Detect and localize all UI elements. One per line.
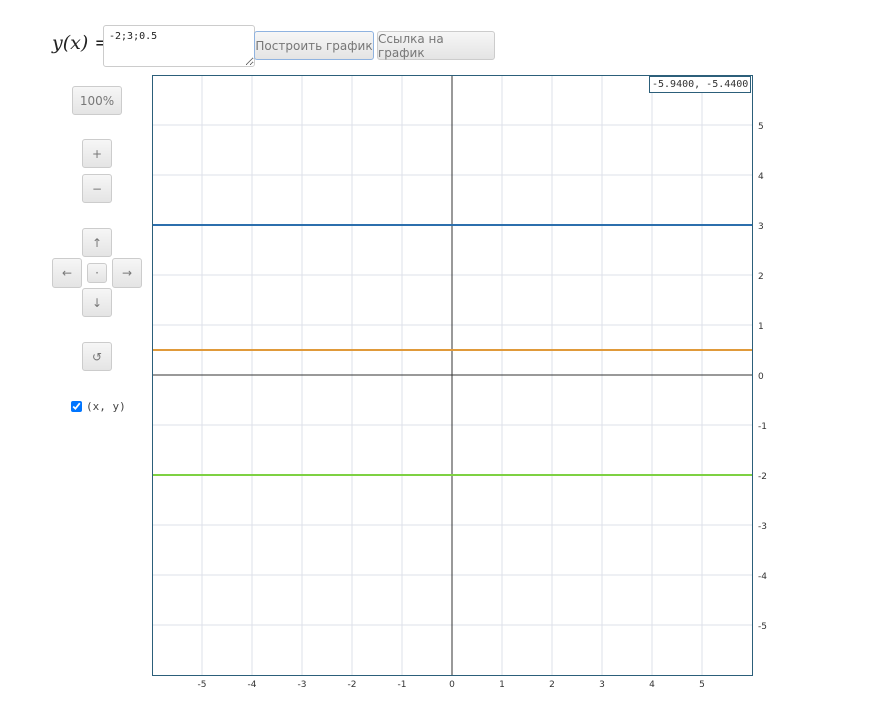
x-tick-label: 0: [449, 680, 455, 690]
coordinate-readout: -5.9400, -5.4400: [649, 76, 752, 93]
y-tick-label: 3: [758, 222, 764, 232]
x-tick-label: 4: [649, 680, 655, 690]
y-tick-label: 1: [758, 322, 764, 332]
y-tick-label: -1: [758, 422, 767, 432]
x-tick-label: 5: [699, 680, 705, 690]
graph-plot[interactable]: -5 -4 -3 -2 -1 0 1 2 3 4 5 5 4 3 2 1 0 -1 -2 -3 -4 -5: [0, 0, 886, 722]
x-tick-label: 1: [499, 680, 505, 690]
x-tick-label: -5: [198, 680, 207, 690]
y-tick-label: -4: [758, 572, 767, 582]
x-tick-label: -4: [248, 680, 257, 690]
y-tick-label: 5: [758, 122, 764, 132]
y-tick-label: 4: [758, 172, 764, 182]
x-tick-label: 2: [549, 680, 555, 690]
y-tick-label: 0: [758, 372, 764, 382]
y-tick-label: -2: [758, 472, 767, 482]
x-tick-label: -3: [298, 680, 307, 690]
x-tick-label: 3: [599, 680, 605, 690]
y-tick-label: 2: [758, 272, 764, 282]
y-tick-label: -5: [758, 622, 767, 632]
x-tick-label: -1: [398, 680, 407, 690]
y-tick-label: -3: [758, 522, 767, 532]
x-tick-label: -2: [348, 680, 357, 690]
